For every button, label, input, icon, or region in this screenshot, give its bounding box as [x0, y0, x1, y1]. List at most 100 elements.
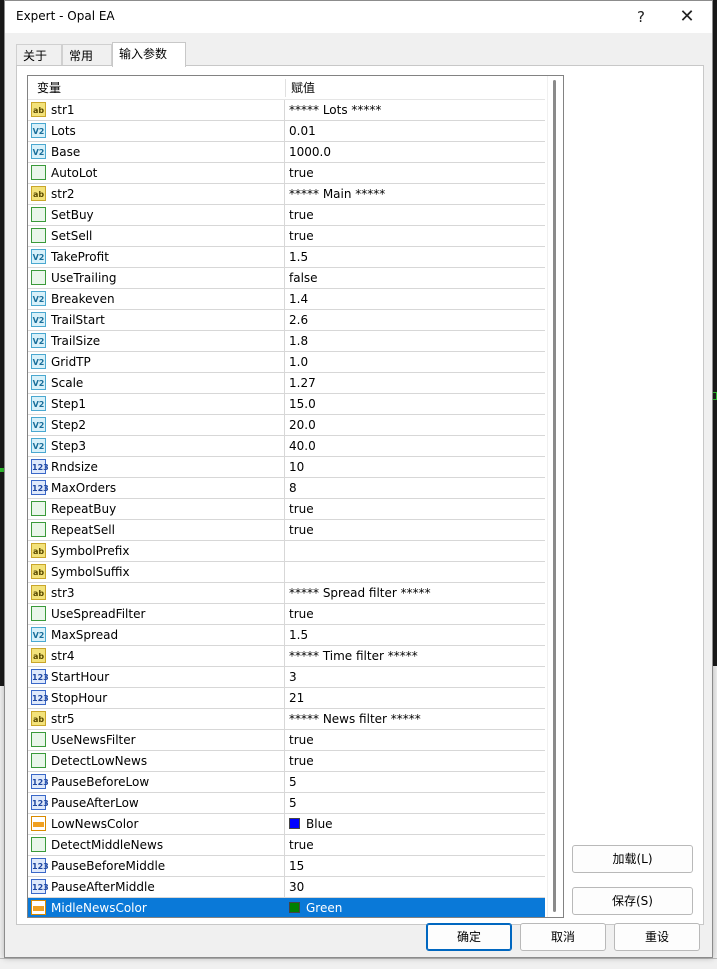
parameter-row[interactable]: 123 MaxOrders 8: [28, 478, 545, 499]
variable-cell[interactable]: V2 Scale: [28, 373, 285, 393]
value-cell[interactable]: true: [285, 520, 545, 540]
column-divider[interactable]: [285, 79, 286, 97]
parameter-row[interactable]: RepeatBuy true: [28, 499, 545, 520]
value-cell[interactable]: true: [285, 835, 545, 855]
variable-cell[interactable]: V2 TrailSize: [28, 331, 285, 351]
variable-cell[interactable]: V2 Step3: [28, 436, 285, 456]
value-cell[interactable]: 30: [285, 877, 545, 897]
variable-cell[interactable]: V2 Step2: [28, 415, 285, 435]
variable-cell[interactable]: 123 PauseBeforeMiddle: [28, 856, 285, 876]
reset-button[interactable]: 重设: [614, 923, 700, 951]
parameter-row[interactable]: ab SymbolSuffix: [28, 562, 545, 583]
parameter-row[interactable]: 123 StopHour 21: [28, 688, 545, 709]
parameter-row[interactable]: UseTrailing false: [28, 268, 545, 289]
value-cell[interactable]: 1000.0: [285, 142, 545, 162]
help-button[interactable]: ?: [621, 5, 661, 29]
value-cell[interactable]: 15.0: [285, 394, 545, 414]
parameter-row[interactable]: RepeatSell true: [28, 520, 545, 541]
parameter-row[interactable]: UseSpreadFilter true: [28, 604, 545, 625]
parameter-row[interactable]: AutoLot true: [28, 163, 545, 184]
value-cell[interactable]: 15: [285, 856, 545, 876]
variable-cell[interactable]: V2 Lots: [28, 121, 285, 141]
variable-cell[interactable]: DetectMiddleNews: [28, 835, 285, 855]
parameter-row[interactable]: 123 StartHour 3: [28, 667, 545, 688]
variable-cell[interactable]: ab str5: [28, 709, 285, 729]
variable-cell[interactable]: MidleNewsColor: [28, 898, 285, 917]
variable-cell[interactable]: 123 MaxOrders: [28, 478, 285, 498]
ok-button[interactable]: 确定: [426, 923, 512, 951]
parameter-row[interactable]: 123 PauseBeforeLow 5: [28, 772, 545, 793]
parameter-row[interactable]: SetBuy true: [28, 205, 545, 226]
variable-cell[interactable]: ab SymbolPrefix: [28, 541, 285, 561]
variable-cell[interactable]: AutoLot: [28, 163, 285, 183]
variable-cell[interactable]: V2 TrailStart: [28, 310, 285, 330]
variable-cell[interactable]: DetectLowNews: [28, 751, 285, 771]
variable-cell[interactable]: ab str1: [28, 100, 285, 120]
value-cell[interactable]: 3: [285, 667, 545, 687]
value-cell[interactable]: true: [285, 604, 545, 624]
parameter-row[interactable]: ab str4 ***** Time filter *****: [28, 646, 545, 667]
parameter-row[interactable]: V2 Step3 40.0: [28, 436, 545, 457]
variable-cell[interactable]: V2 Step1: [28, 394, 285, 414]
value-cell[interactable]: 40.0: [285, 436, 545, 456]
tab-about[interactable]: 关于: [16, 44, 62, 66]
value-cell[interactable]: 1.5: [285, 625, 545, 645]
tab-common[interactable]: 常用: [62, 44, 112, 66]
parameter-row[interactable]: V2 Base 1000.0: [28, 142, 545, 163]
title-bar[interactable]: Expert - Opal EA ? ✕: [5, 1, 712, 33]
variable-cell[interactable]: UseNewsFilter: [28, 730, 285, 750]
variable-cell[interactable]: V2 TakeProfit: [28, 247, 285, 267]
variable-cell[interactable]: ab str4: [28, 646, 285, 666]
value-cell[interactable]: true: [285, 226, 545, 246]
parameter-row[interactable]: UseNewsFilter true: [28, 730, 545, 751]
value-cell[interactable]: 20.0: [285, 415, 545, 435]
variable-cell[interactable]: UseSpreadFilter: [28, 604, 285, 624]
parameter-row[interactable]: V2 TakeProfit 1.5: [28, 247, 545, 268]
parameter-row[interactable]: LowNewsColor Blue: [28, 814, 545, 835]
variable-cell[interactable]: 123 PauseBeforeLow: [28, 772, 285, 792]
variable-cell[interactable]: SetBuy: [28, 205, 285, 225]
parameter-row[interactable]: V2 TrailSize 1.8: [28, 331, 545, 352]
parameter-row[interactable]: DetectMiddleNews true: [28, 835, 545, 856]
value-cell[interactable]: 1.27: [285, 373, 545, 393]
parameter-row[interactable]: MidleNewsColor Green: [28, 898, 545, 917]
variable-cell[interactable]: 123 Rndsize: [28, 457, 285, 477]
value-cell[interactable]: false: [285, 268, 545, 288]
parameters-grid[interactable]: 变量 赋值 ab str1 ***** Lots ***** V2 Lots 0.01 V2…: [27, 75, 564, 918]
parameter-row[interactable]: 123 Rndsize 10: [28, 457, 545, 478]
parameter-row[interactable]: DetectLowNews true: [28, 751, 545, 772]
value-cell[interactable]: true: [285, 730, 545, 750]
value-cell[interactable]: 1.4: [285, 289, 545, 309]
value-cell[interactable]: ***** Lots *****: [285, 100, 545, 120]
value-cell[interactable]: 10: [285, 457, 545, 477]
variable-cell[interactable]: LowNewsColor: [28, 814, 285, 834]
value-cell[interactable]: 8: [285, 478, 545, 498]
tab-input-parameters[interactable]: 输入参数: [112, 42, 186, 67]
parameter-row[interactable]: V2 MaxSpread 1.5: [28, 625, 545, 646]
column-header-value[interactable]: 赋值: [291, 76, 315, 99]
parameter-row[interactable]: ab str5 ***** News filter *****: [28, 709, 545, 730]
value-cell[interactable]: true: [285, 751, 545, 771]
parameter-row[interactable]: V2 Breakeven 1.4: [28, 289, 545, 310]
variable-cell[interactable]: V2 GridTP: [28, 352, 285, 372]
parameter-row[interactable]: V2 Lots 0.01: [28, 121, 545, 142]
value-cell[interactable]: ***** Main *****: [285, 184, 545, 204]
variable-cell[interactable]: ab str3: [28, 583, 285, 603]
parameter-row[interactable]: V2 Step2 20.0: [28, 415, 545, 436]
cancel-button[interactable]: 取消: [520, 923, 606, 951]
parameter-row[interactable]: V2 TrailStart 2.6: [28, 310, 545, 331]
variable-cell[interactable]: ab str2: [28, 184, 285, 204]
parameter-row[interactable]: 123 PauseAfterMiddle 30: [28, 877, 545, 898]
variable-cell[interactable]: ab SymbolSuffix: [28, 562, 285, 582]
value-cell[interactable]: true: [285, 499, 545, 519]
value-cell[interactable]: ***** News filter *****: [285, 709, 545, 729]
variable-cell[interactable]: 123 StartHour: [28, 667, 285, 687]
variable-cell[interactable]: 123 PauseAfterLow: [28, 793, 285, 813]
variable-cell[interactable]: V2 MaxSpread: [28, 625, 285, 645]
vertical-scrollbar[interactable]: [547, 76, 563, 917]
variable-cell[interactable]: V2 Breakeven: [28, 289, 285, 309]
column-header-variable[interactable]: 变量: [37, 76, 61, 99]
value-cell[interactable]: 0.01: [285, 121, 545, 141]
value-cell[interactable]: 1.5: [285, 247, 545, 267]
scroll-thumb[interactable]: [553, 80, 556, 912]
